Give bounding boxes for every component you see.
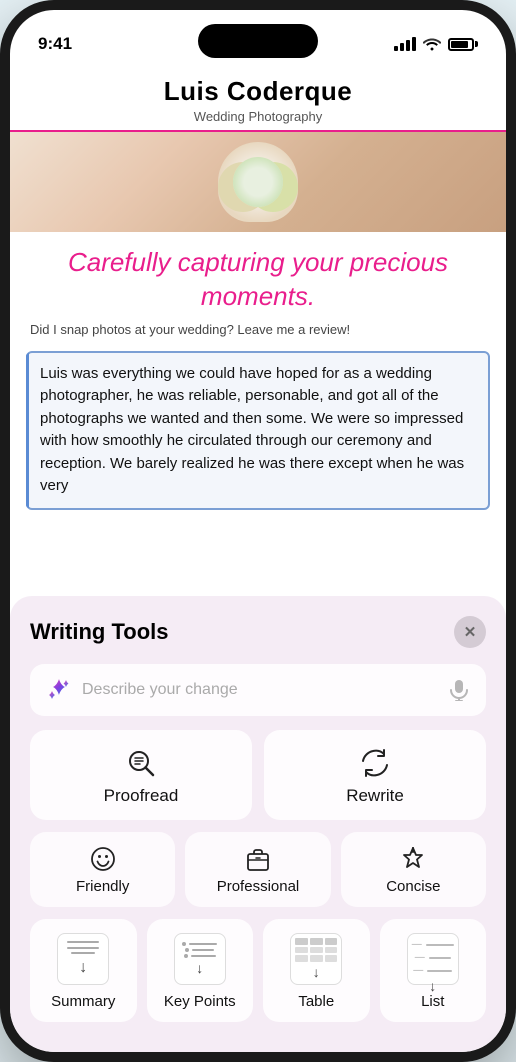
table-button[interactable]: ↓ Table	[263, 919, 370, 1022]
battery-icon	[448, 38, 478, 51]
table-icon: ↓	[290, 933, 342, 985]
status-icons	[394, 37, 478, 51]
website-content: Luis Coderque Wedding Photography Carefu…	[10, 64, 506, 510]
signal-bar-4	[412, 37, 416, 51]
key-points-label: Key Points	[164, 993, 236, 1010]
professional-button[interactable]: Professional	[185, 832, 330, 907]
website-name: Luis Coderque	[30, 76, 486, 107]
rewrite-icon	[360, 748, 390, 778]
phone-frame: 9:41	[0, 0, 516, 1062]
dynamic-island	[198, 24, 318, 58]
friendly-label: Friendly	[76, 878, 129, 895]
proofread-label: Proofread	[104, 786, 179, 806]
website-cta: Did I snap photos at your wedding? Leave…	[10, 322, 506, 347]
proofread-icon	[126, 748, 156, 778]
website-hero-image	[10, 132, 506, 232]
website-tagline: Carefully capturing your precious moment…	[10, 232, 506, 322]
tone-actions: Friendly Professional Concise	[30, 832, 486, 907]
signal-bar-2	[400, 43, 404, 51]
panel-header: Writing Tools ✕	[30, 616, 486, 648]
concise-label: Concise	[386, 878, 440, 895]
website-header: Luis Coderque Wedding Photography	[10, 64, 506, 132]
list-icon: — — — ↓	[407, 933, 459, 985]
signal-bar-3	[406, 40, 410, 51]
status-time: 9:41	[38, 34, 72, 54]
panel-title: Writing Tools	[30, 619, 169, 645]
proofread-button[interactable]: Proofread	[30, 730, 252, 820]
microphone-icon[interactable]	[448, 679, 470, 701]
list-button[interactable]: — — — ↓ List	[380, 919, 487, 1022]
key-points-button[interactable]: ↓ Key Points	[147, 919, 254, 1022]
friendly-button[interactable]: Friendly	[30, 832, 175, 907]
review-text-content: Luis was everything we could have hoped …	[40, 365, 464, 495]
summary-label: Summary	[51, 993, 115, 1010]
writing-tools-panel: Writing Tools ✕	[10, 596, 506, 1052]
review-text-box[interactable]: Luis was everything we could have hoped …	[26, 351, 490, 510]
close-button[interactable]: ✕	[454, 616, 486, 648]
rewrite-label: Rewrite	[346, 786, 404, 806]
friendly-icon	[90, 846, 116, 872]
sparkle-icon	[46, 677, 72, 703]
key-points-icon: ↓	[174, 933, 226, 985]
concise-icon	[400, 846, 426, 872]
signal-bar-1	[394, 46, 398, 51]
describe-change-input[interactable]: Describe your change	[30, 664, 486, 716]
signal-bars-icon	[394, 37, 416, 51]
search-placeholder-text: Describe your change	[82, 681, 438, 699]
professional-icon	[245, 846, 271, 872]
website-subtitle: Wedding Photography	[30, 109, 486, 124]
concise-button[interactable]: Concise	[341, 832, 486, 907]
summary-icon: ↓	[57, 933, 109, 985]
main-actions: Proofread Rewrite	[30, 730, 486, 820]
summary-button[interactable]: ↓ Summary	[30, 919, 137, 1022]
table-label: Table	[298, 993, 334, 1010]
rewrite-button[interactable]: Rewrite	[264, 730, 486, 820]
list-label: List	[421, 993, 444, 1010]
wifi-icon	[423, 37, 441, 51]
professional-label: Professional	[217, 878, 300, 895]
format-actions: ↓ Summary	[30, 919, 486, 1022]
